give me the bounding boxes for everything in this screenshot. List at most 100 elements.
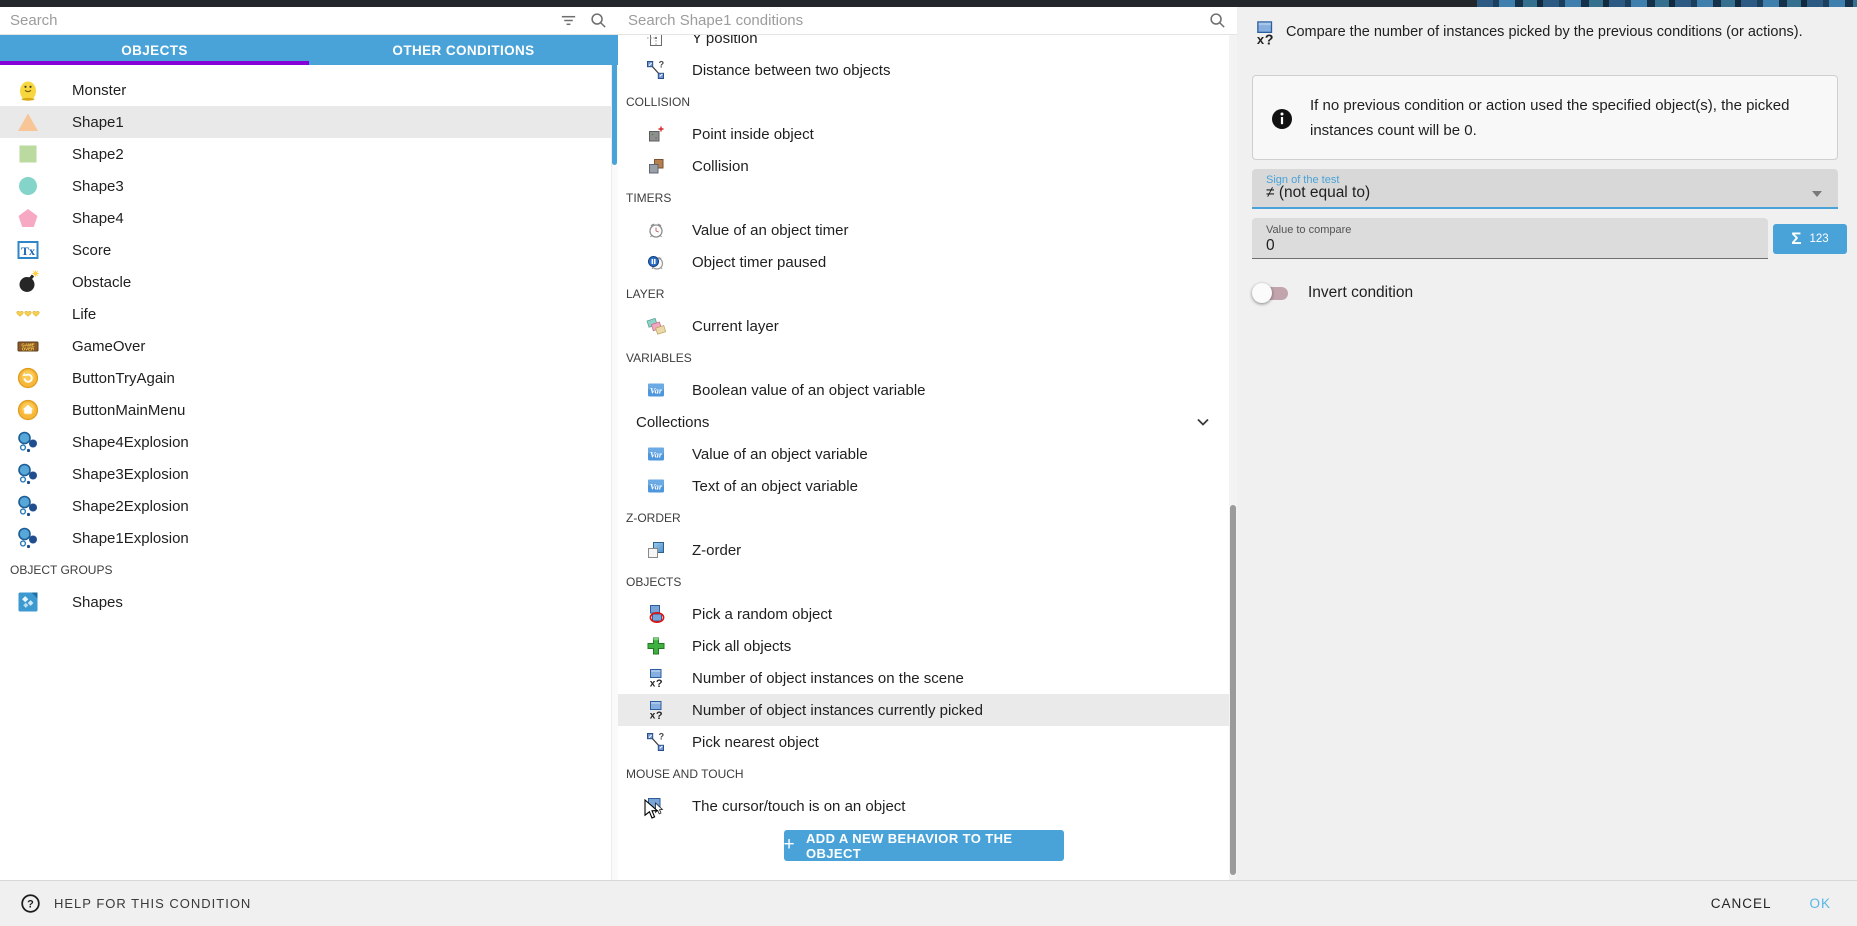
object-label: Shape3 [72, 178, 124, 195]
distance-icon: ? [646, 60, 666, 80]
object-groups-header: OBJECT GROUPS [0, 554, 612, 586]
condition-item[interactable]: Point inside object [618, 118, 1229, 150]
condition-label: Pick all objects [692, 638, 791, 655]
mouse-cursor [644, 799, 660, 826]
pick-random-icon [646, 604, 666, 624]
condition-label: The cursor/touch is on an object [692, 798, 905, 815]
condition-item[interactable]: VarText of an object variable [618, 470, 1229, 502]
sign-of-test-select[interactable]: Sign of the test ≠ (not equal to) [1252, 169, 1838, 209]
cancel-button[interactable]: CANCEL [1711, 896, 1772, 911]
svg-text:?: ? [659, 60, 665, 69]
condition-item[interactable]: ?Pick nearest object [618, 726, 1229, 758]
timer-paused-icon [646, 252, 666, 272]
conditions-scrollbar-thumb[interactable] [1230, 505, 1236, 875]
object-item[interactable]: Obstacle [0, 266, 612, 298]
condition-label: Current layer [692, 318, 779, 335]
svg-text:?: ? [656, 710, 663, 720]
object-item[interactable]: Shape1Explosion [0, 522, 612, 554]
object-group-item[interactable]: Shapes [0, 586, 612, 618]
add-behavior-label: ADD A NEW BEHAVIOR TO THE OBJECT [806, 831, 1064, 861]
condition-label: Pick a random object [692, 606, 832, 623]
object-item[interactable]: ButtonTryAgain [0, 362, 612, 394]
condition-label: Z-order [692, 542, 741, 559]
object-item[interactable]: Life [0, 298, 612, 330]
object-item[interactable]: Shape3Explosion [0, 458, 612, 490]
value-to-compare-field[interactable]: Value to compare [1252, 218, 1768, 259]
invert-condition-toggle[interactable] [1252, 283, 1292, 303]
object-label: Monster [72, 82, 126, 99]
condition-detail-panel: x? Compare the number of instances picke… [1237, 7, 1857, 880]
dialog-footer: ? HELP FOR THIS CONDITION CANCEL OK [0, 880, 1857, 926]
add-behavior-button[interactable]: +ADD A NEW BEHAVIOR TO THE OBJECT [784, 830, 1064, 861]
expression-123-label: 123 [1810, 233, 1829, 245]
gameover-banner-icon: GAMEOVER [16, 334, 40, 358]
condition-item[interactable]: ?Distance between two objects [618, 54, 1229, 86]
retry-button-icon [16, 366, 40, 390]
condition-item[interactable]: VarValue of an object variable [618, 438, 1229, 470]
objects-scrollbar-thumb[interactable] [612, 37, 617, 165]
explosion-particles-icon [16, 494, 40, 518]
svg-text:x: x [1257, 32, 1265, 46]
ok-button[interactable]: OK [1809, 896, 1831, 911]
condition-item[interactable]: Pick a random object [618, 598, 1229, 630]
object-search-input[interactable] [0, 12, 558, 29]
object-item[interactable]: Shape4 [0, 202, 612, 234]
background-window-icons [1477, 0, 1857, 7]
condition-item[interactable]: Current layer [618, 310, 1229, 342]
object-item[interactable]: GAMEOVERGameOver [0, 330, 612, 362]
object-label: Life [72, 306, 96, 323]
condition-item[interactable]: Value of an object timer [618, 214, 1229, 246]
object-item[interactable]: Shape4Explosion [0, 426, 612, 458]
object-label: Shape3Explosion [72, 466, 189, 483]
accordion-label: Collections [636, 414, 709, 431]
help-button[interactable]: ? HELP FOR THIS CONDITION [20, 893, 251, 914]
condition-search-input[interactable] [618, 12, 1207, 29]
info-icon [1270, 107, 1294, 131]
condition-searchbar [618, 7, 1237, 35]
pick-all-icon [646, 636, 666, 656]
object-item[interactable]: Shape1 [0, 106, 612, 138]
condition-item[interactable]: Collision [618, 150, 1229, 182]
variable-icon: Var [646, 444, 666, 464]
condition-accordion-collections[interactable]: Collections [618, 406, 1229, 438]
condition-label: Text of an object variable [692, 478, 858, 495]
object-item[interactable]: ButtonMainMenu [0, 394, 612, 426]
circle-icon [16, 174, 40, 198]
svg-text:Var: Var [650, 450, 663, 460]
condition-group-header: OBJECTS [618, 566, 1229, 598]
search-icon[interactable] [588, 11, 608, 31]
object-item[interactable]: Monster [0, 74, 612, 106]
footer-actions: CANCEL OK [1711, 896, 1831, 911]
object-tabs: OBJECTS OTHER CONDITIONS [0, 35, 618, 65]
condition-item[interactable]: Pick all objects [618, 630, 1229, 662]
object-label: Obstacle [72, 274, 131, 291]
object-label: ButtonMainMenu [72, 402, 185, 419]
text-object-icon: Tx [16, 238, 40, 262]
object-label: Score [72, 242, 111, 259]
timer-icon [646, 220, 666, 240]
condition-item[interactable]: Z-order [618, 534, 1229, 566]
condition-item[interactable]: VarBoolean value of an object variable [618, 374, 1229, 406]
condition-item[interactable]: Object timer paused [618, 246, 1229, 278]
condition-label: Number of object instances on the scene [692, 670, 964, 687]
condition-item[interactable]: x?Number of object instances on the scen… [618, 662, 1229, 694]
condition-item[interactable]: x?Number of object instances currently p… [618, 694, 1229, 726]
search-icon[interactable] [1207, 11, 1227, 31]
tab-other-conditions[interactable]: OTHER CONDITIONS [309, 35, 618, 65]
svg-text:OVER: OVER [22, 347, 35, 352]
collision-icon [646, 156, 666, 176]
object-item[interactable]: Shape3 [0, 170, 612, 202]
expression-editor-button[interactable]: Σ 123 [1773, 224, 1847, 254]
tab-objects[interactable]: OBJECTS [0, 35, 309, 65]
conditions-list: Y position?Distance between two objectsC… [618, 7, 1229, 880]
object-item[interactable]: Shape2 [0, 138, 612, 170]
condition-label: Number of object instances currently pic… [692, 702, 983, 719]
filter-icon[interactable] [558, 11, 578, 31]
square-icon [16, 142, 40, 166]
condition-item[interactable]: The cursor/touch is on an object [618, 790, 1229, 822]
object-item[interactable]: Tx Score [0, 234, 612, 266]
value-to-compare-input[interactable] [1266, 237, 1746, 255]
condition-label: Object timer paused [692, 254, 826, 271]
object-item[interactable]: Shape2Explosion [0, 490, 612, 522]
svg-text:?: ? [656, 678, 663, 688]
